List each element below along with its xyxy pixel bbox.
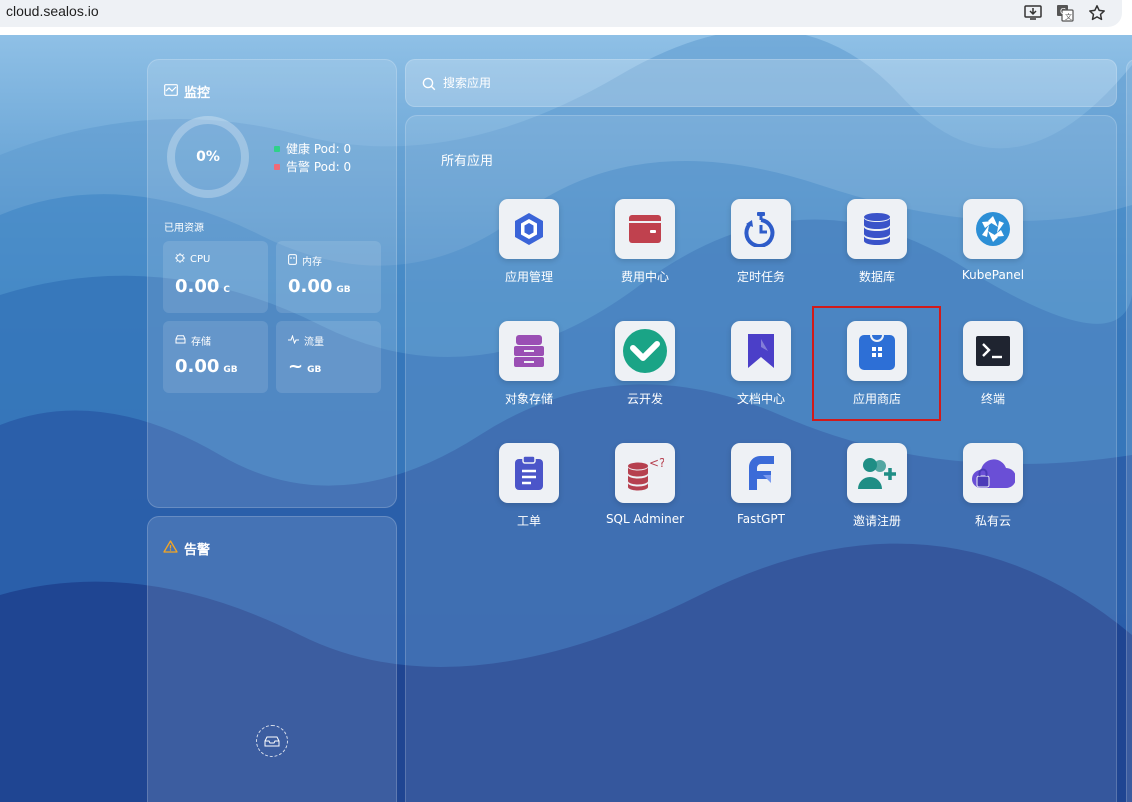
stat-traffic-value: ~ (288, 356, 304, 377)
app-cost-center-label: 费用中心 (620, 270, 669, 284)
database-icon[interactable] (847, 199, 907, 259)
app-sql-adminer-label: SQL Adminer (605, 512, 685, 526)
app-launchpad-label: 应用管理 (504, 270, 553, 284)
bookmark-star-icon[interactable] (1086, 2, 1108, 24)
search-icon (422, 76, 436, 95)
stat-storage-label: 存储 (191, 337, 211, 348)
warning-icon (163, 540, 178, 557)
install-app-icon[interactable] (1022, 2, 1044, 24)
svg-text:文: 文 (1065, 12, 1072, 21)
translate-icon[interactable]: G文 (1054, 2, 1076, 24)
cpu-icon (175, 253, 185, 266)
stat-storage-value: 0.00 (175, 356, 220, 377)
side-panel-edge (1126, 59, 1132, 802)
alert-title-text: 告警 (184, 543, 211, 558)
app-cloud-dev-label: 云开发 (626, 392, 663, 406)
app-fastgpt[interactable]: FastGPT (706, 443, 816, 543)
stat-memory-label: 内存 (302, 257, 322, 268)
app-launchpad[interactable]: 应用管理 (474, 199, 584, 299)
stat-traffic-label: 流量 (304, 337, 324, 348)
monitor-title: 监控 (164, 82, 210, 101)
alert-pod-row: 告警 Pod: 0 (274, 158, 351, 175)
alert-title: 告警 (163, 539, 210, 558)
sql-database-icon[interactable]: <? (615, 443, 675, 503)
storage-icon (175, 334, 186, 347)
app-ticket[interactable]: 工单 (474, 443, 584, 543)
app-invite-label: 邀请注册 (852, 514, 901, 528)
app-sql-adminer[interactable]: <? SQL Adminer (590, 443, 700, 543)
app-terminal[interactable]: 终端 (938, 321, 1048, 421)
object-storage-icon[interactable] (499, 321, 559, 381)
app-fastgpt-label: FastGPT (737, 512, 785, 526)
app-object-storage[interactable]: 对象存储 (474, 321, 584, 421)
stat-traffic-unit: GB (307, 365, 322, 375)
selection-highlight (812, 306, 941, 421)
search-input[interactable] (443, 73, 1043, 93)
usage-ring: 0% (165, 114, 251, 200)
healthy-pod-row: 健康 Pod: 0 (274, 140, 351, 157)
app-cloud-dev[interactable]: 云开发 (590, 321, 700, 421)
monitor-title-text: 监控 (184, 86, 211, 101)
app-private-cloud-label: 私有云 (974, 514, 1011, 528)
alert-dot-icon (274, 163, 280, 170)
app-cost-center[interactable]: 费用中心 (590, 199, 700, 299)
alert-panel (147, 516, 397, 802)
app-docs-label: 文档中心 (736, 392, 785, 406)
stat-cpu: CPU 0.00 C (163, 241, 268, 313)
empty-state-icon (256, 725, 288, 757)
healthy-pod-text: 健康 Pod: 0 (286, 142, 352, 156)
app-cronjob[interactable]: 定时任务 (706, 199, 816, 299)
app-object-storage-label: 对象存储 (504, 392, 553, 406)
app-kubepanel[interactable]: KubePanel (938, 199, 1048, 299)
stat-cpu-value: 0.00 (175, 276, 220, 297)
app-kubepanel-label: KubePanel (961, 268, 1025, 282)
app-launchpad-icon[interactable] (499, 199, 559, 259)
browser-bar: cloud.sealos.io G文 (0, 0, 1132, 35)
app-terminal-label: 终端 (980, 392, 1005, 406)
private-cloud-icon[interactable] (963, 443, 1023, 503)
app-cronjob-label: 定时任务 (736, 270, 785, 284)
stat-storage: 存储 0.00 GB (163, 321, 268, 393)
terminal-icon[interactable] (963, 321, 1023, 381)
cloud-dev-icon[interactable] (615, 321, 675, 381)
fastgpt-icon[interactable] (731, 443, 791, 503)
bookmark-doc-icon[interactable] (731, 321, 791, 381)
app-database-label: 数据库 (858, 270, 895, 284)
used-resources-label: 已用资源 (164, 223, 204, 234)
stat-memory-unit: GB (336, 285, 351, 295)
monitor-icon (164, 83, 178, 100)
app-invite[interactable]: 邀请注册 (822, 443, 932, 543)
healthy-dot-icon (274, 145, 280, 152)
svg-text:<?: <? (649, 456, 664, 470)
stat-cpu-label: CPU (190, 254, 211, 265)
traffic-pulse-icon (288, 333, 299, 347)
stat-cpu-unit: C (223, 285, 231, 295)
alert-pod-text: 告警 Pod: 0 (286, 160, 352, 174)
stat-memory-value: 0.00 (288, 276, 333, 297)
invite-user-icon[interactable] (847, 443, 907, 503)
address-field[interactable]: cloud.sealos.io G文 (0, 0, 1122, 27)
memory-icon (288, 253, 297, 268)
app-private-cloud[interactable]: 私有云 (938, 443, 1048, 543)
app-database[interactable]: 数据库 (822, 199, 932, 299)
usage-percent: 0% (196, 149, 220, 165)
timer-icon[interactable] (731, 199, 791, 259)
stat-traffic: 流量 ~ GB (276, 321, 381, 393)
wallet-icon[interactable] (615, 199, 675, 259)
kubepanel-aperture-icon[interactable] (963, 199, 1023, 259)
clipboard-ticket-icon[interactable] (499, 443, 559, 503)
app-ticket-label: 工单 (516, 514, 541, 528)
app-docs[interactable]: 文档中心 (706, 321, 816, 421)
stat-storage-unit: GB (223, 365, 238, 375)
all-apps-title: 所有应用 (441, 154, 494, 169)
url-text[interactable]: cloud.sealos.io (6, 3, 99, 19)
stat-memory: 内存 0.00 GB (276, 241, 381, 313)
